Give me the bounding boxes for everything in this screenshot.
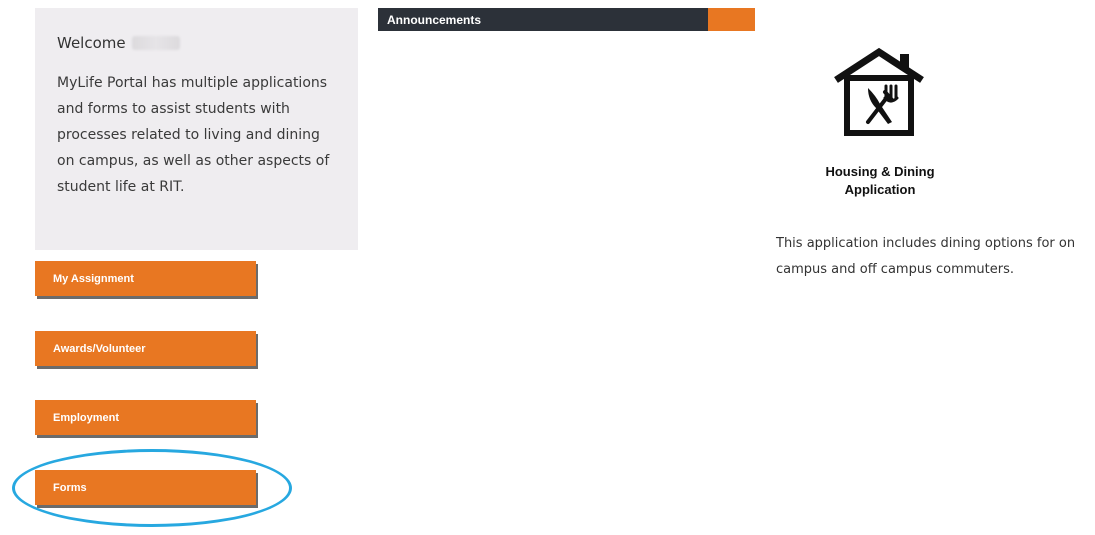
- employment-button[interactable]: Employment: [35, 400, 256, 435]
- housing-title-line2: Application: [844, 182, 916, 197]
- redacted-username: [131, 36, 180, 50]
- welcome-card: Welcome MyLife Portal has multiple appli…: [35, 8, 358, 250]
- my-assignment-button[interactable]: My Assignment: [35, 261, 256, 296]
- announcements-title: Announcements: [378, 8, 708, 31]
- forms-button[interactable]: Forms: [35, 470, 256, 505]
- welcome-description: MyLife Portal has multiple applications …: [57, 75, 330, 195]
- awards-volunteer-button[interactable]: Awards/Volunteer: [35, 331, 256, 366]
- housing-dining-title[interactable]: Housing & Dining Application: [780, 163, 980, 199]
- announcements-bar: Announcements: [378, 8, 755, 31]
- portal-page: Welcome MyLife Portal has multiple appli…: [0, 0, 1095, 535]
- housing-title-line1: Housing & Dining: [825, 164, 935, 179]
- housing-dining-description: This application includes dining options…: [776, 236, 1076, 277]
- announcements-accent: [708, 8, 755, 31]
- welcome-greeting: Welcome: [57, 34, 126, 52]
- welcome-heading: Welcome: [57, 34, 336, 52]
- house-utensils-icon[interactable]: [830, 46, 928, 138]
